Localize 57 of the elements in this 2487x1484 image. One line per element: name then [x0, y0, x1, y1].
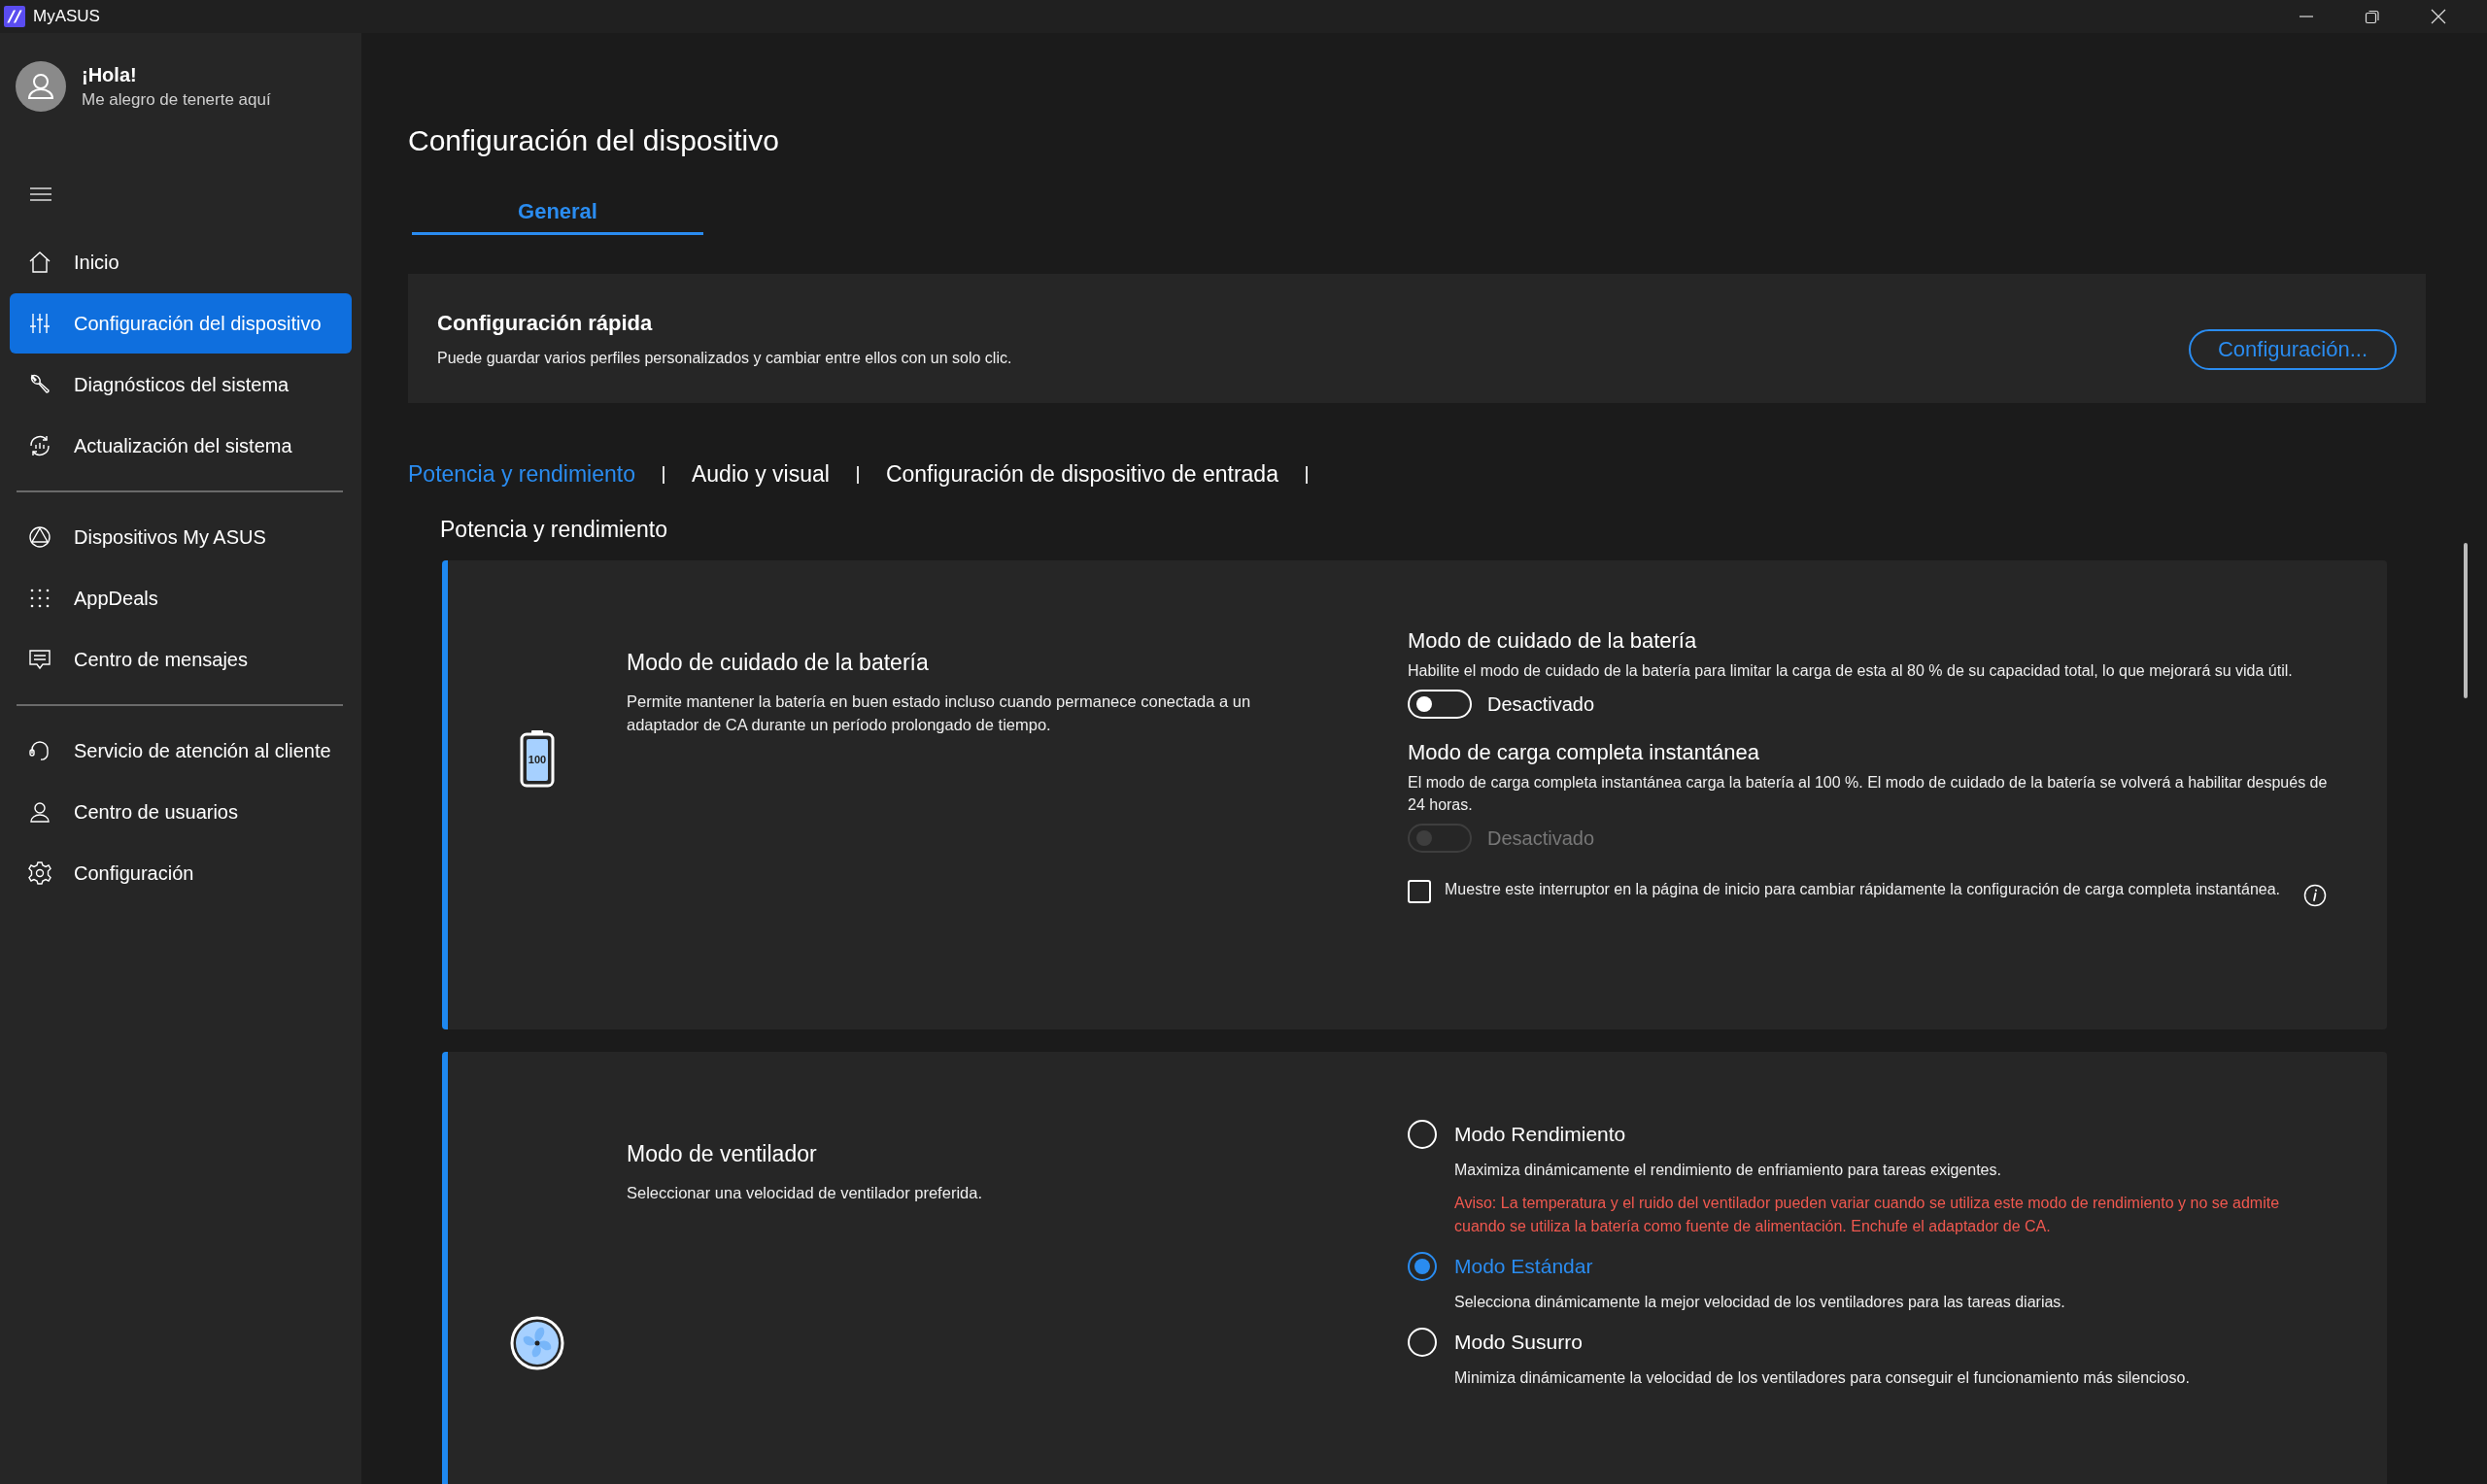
info-icon[interactable]	[2303, 884, 2327, 907]
setting-description: El modo de carga completa instantánea carga la batería al 100 %. El modo de cuidado de la batería se volverá a habilitar después de 24 horas.	[1408, 773, 2329, 815]
sidebar-item[interactable]: Centro de usuarios	[10, 782, 352, 842]
configuration-button[interactable]: Configuración...	[2188, 328, 2397, 370]
option-description: Maximiza dinámicamente el rendimiento de enfriamiento para tareas exigentes.	[1454, 1161, 2002, 1180]
sidebar-item[interactable]: Inicio	[10, 232, 352, 292]
option-description: Minimiza dinámicamente la velocidad de los ventiladores para conseguir el funcionamiento más silencioso.	[1454, 1368, 2191, 1388]
user-icon	[27, 799, 52, 825]
gear-icon	[27, 860, 52, 886]
sidebar-item[interactable]: Configuración	[10, 843, 352, 903]
sidebar-item[interactable]: Servicio de atención al cliente	[10, 721, 352, 781]
greeting: ¡Hola!	[82, 63, 138, 86]
avatar-icon[interactable]	[16, 61, 66, 112]
sidebar-item[interactable]: AppDeals	[10, 568, 352, 628]
page-title: Configuración del dispositivo	[408, 123, 780, 158]
close-icon[interactable]	[2431, 9, 2446, 24]
radio-label: Modo Estándar	[1454, 1255, 1593, 1278]
app-logo-icon	[4, 6, 25, 27]
tab[interactable]: General	[412, 199, 703, 235]
battery-icon: 100	[519, 729, 556, 788]
sidebar-item[interactable]: Actualización del sistema	[10, 416, 352, 476]
card-description: Permite mantener la batería en buen estado incluso cuando permanece conectada a un adaptador de CA durante un período prolongado de tiempo.	[627, 691, 1252, 735]
card-title: Modo de cuidado de la batería	[627, 650, 930, 676]
quick-settings-title: Configuración rápida	[437, 310, 654, 336]
update-icon	[27, 433, 52, 458]
sidebar-item[interactable]: Dispositivos My ASUS	[10, 507, 352, 567]
section-tab[interactable]: Potencia y rendimiento	[408, 461, 635, 488]
restore-icon[interactable]	[2365, 9, 2380, 24]
checkbox-label: Muestre este interruptor en la página de inicio para cambiar rápidamente la configuración de carga completa instantánea.	[1445, 880, 2282, 899]
option-description: Selecciona dinámicamente la mejor velocidad de los ventiladores para las tareas diarias.	[1454, 1293, 2066, 1312]
setting-description: Habilite el modo de cuidado de la batería para limitar la carga de esta al 80 % de su capacidad total, lo que mejorará su vida útil.	[1408, 661, 2294, 681]
sidebar-item[interactable]: Diagnósticos del sistema	[10, 354, 352, 415]
scrollbar[interactable]	[2464, 543, 2468, 698]
setting-title: Modo de cuidado de la batería	[1408, 628, 1698, 654]
card-description: Seleccionar una velocidad de ventilador preferida.	[627, 1183, 983, 1203]
setting-title: Modo de carga completa instantánea	[1408, 740, 1760, 765]
card-title: Modo de ventilador	[627, 1141, 818, 1167]
fan-icon	[510, 1316, 564, 1370]
radio-label: Modo Rendimiento	[1454, 1123, 1626, 1146]
home-icon	[27, 250, 52, 275]
toggle-state: Desactivado	[1487, 692, 1595, 716]
toggle-state: Desactivado	[1487, 826, 1595, 850]
radio-button[interactable]	[1408, 1252, 1437, 1281]
greeting-subtitle: Me alegro de tenerte aquí	[82, 89, 271, 110]
window-title: MyASUS	[33, 7, 100, 26]
devices-icon	[27, 524, 52, 550]
radio-label: Modo Susurro	[1454, 1331, 1583, 1354]
warning-text: Aviso: La temperatura y el ruido del ventilador pueden variar cuando se utiliza este modo de rendimiento y no se admite cuando se utiliza la batería como fuente de alimentación. Enchufe el adaptador de CA.	[1454, 1194, 2281, 1236]
menu-icon[interactable]	[29, 186, 52, 202]
section-tab[interactable]: Audio y visual	[691, 461, 830, 488]
checkbox[interactable]	[1408, 880, 1431, 903]
sliders-icon	[27, 311, 52, 336]
section-title: Potencia y rendimiento	[440, 517, 668, 543]
sidebar-item[interactable]: Configuración del dispositivo	[10, 293, 352, 354]
sidebar-item[interactable]: Centro de mensajes	[10, 629, 352, 690]
quick-settings-description: Puede guardar varios perfiles personalizados y cambiar entre ellos con un solo clic.	[437, 349, 1013, 367]
section-tab[interactable]: Configuración de dispositivo de entrada	[885, 461, 1278, 488]
